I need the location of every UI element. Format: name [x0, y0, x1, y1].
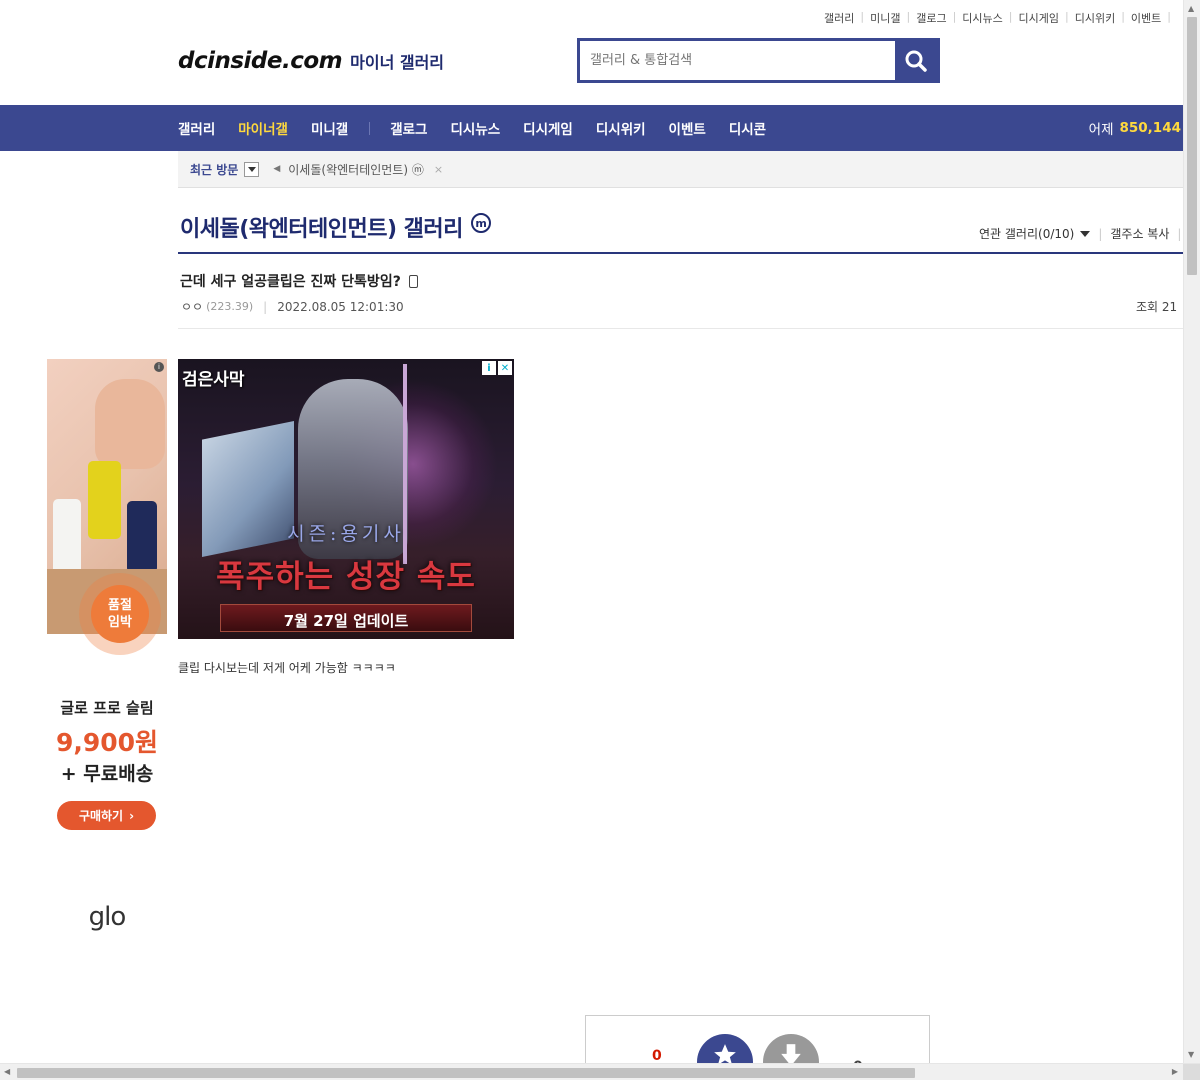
sold-out-badge: 품절 임박 — [91, 585, 149, 643]
vertical-scroll-thumb[interactable] — [1187, 17, 1197, 275]
top-link-gallog[interactable]: 갤로그 — [916, 10, 946, 26]
scroll-left-icon[interactable]: ◀ — [4, 1067, 10, 1076]
logo-main-text[interactable]: dcinside.com — [178, 48, 343, 74]
ad-headline: 폭주하는 성장 속도 — [216, 559, 476, 595]
ad-close-icon[interactable]: ✕ — [498, 361, 512, 375]
post-date: 2022.08.05 12:01:30 — [277, 299, 404, 314]
scroll-right-icon[interactable]: ▶ — [1172, 1067, 1178, 1076]
nav-mini-gallery[interactable]: 미니갤 — [311, 118, 348, 138]
vertical-scrollbar[interactable]: ▲ ▼ — [1183, 0, 1200, 1063]
copy-address-button[interactable]: 갤주소 복사 — [1110, 225, 1169, 242]
post-body: 클립 다시보는데 저게 어케 가능함 ㅋㅋㅋㅋ — [178, 661, 396, 675]
scroll-up-icon[interactable]: ▲ — [1188, 4, 1194, 13]
horizontal-scrollbar[interactable]: ◀ ▶ — [0, 1063, 1200, 1080]
top-link-event[interactable]: 이벤트 — [1131, 10, 1161, 26]
chevron-right-icon: › — [129, 808, 135, 823]
recent-visit-bar: 최근 방문 ◀ 이세돌(왁엔터테인먼트) ⓜ × — [178, 151, 1185, 188]
top-utility-links: 갤러리 | 미니갤 | 갤로그 | 디시뉴스 | 디시게임 | 디시위키 | 이벤트 | — [824, 10, 1171, 26]
nav-news[interactable]: 디시뉴스 — [450, 118, 500, 138]
horizontal-scroll-thumb[interactable] — [17, 1068, 915, 1078]
nav-minor-gallery[interactable]: 마이너갤 — [238, 118, 288, 138]
nav-dccon[interactable]: 디시콘 — [729, 118, 766, 138]
side-banner-ad[interactable]: i 품절 임박 글로 프로 슬림 9,900원 + 무료배송 구매하기 › gl… — [47, 359, 167, 959]
caret-down-icon — [247, 166, 256, 172]
main-banner-ad[interactable]: 검은사막 i ✕ 시즌:용기사 폭주하는 성장 속도 7월 27일 업데이트 — [178, 359, 514, 639]
yesterday-label: 어제 — [1088, 122, 1114, 138]
yesterday-visitors: 어제 850,144 — [1089, 105, 1181, 151]
scrollbar-corner — [1183, 1064, 1200, 1080]
recent-visit-label[interactable]: 최근 방문 — [190, 161, 238, 178]
side-ad-buy-button[interactable]: 구매하기 › — [57, 801, 156, 830]
search-input[interactable] — [580, 41, 895, 80]
search-button[interactable] — [895, 41, 937, 80]
top-link-wiki[interactable]: 디시위키 — [1075, 10, 1115, 26]
buy-label: 구매하기 — [78, 809, 124, 823]
side-ad-shipping: + 무료배송 — [60, 763, 154, 785]
search-box — [577, 38, 940, 83]
badge-line2: 임박 — [108, 615, 132, 630]
post-meta: ㅇㅇ (223.39) | 2022.08.05 12:01:30 — [181, 298, 404, 315]
adchoices[interactable]: i ✕ — [482, 361, 512, 375]
side-ad-price: 9,900원 — [55, 728, 159, 757]
mobile-icon — [408, 274, 418, 288]
gallery-tools: 연관 갤러리(0/10) | 갤주소 복사 | — [979, 225, 1182, 242]
recent-visit-dropdown[interactable] — [244, 161, 260, 177]
upvote-count: 0 — [652, 1048, 662, 1064]
site-logo[interactable]: dcinside.com 마이너 갤러리 — [178, 48, 444, 74]
gallery-title-text[interactable]: 이세돌(왁엔터테인먼트) 갤러리 — [180, 211, 463, 243]
glo-logo: glo — [88, 902, 127, 932]
title-divider — [178, 252, 1185, 254]
logo-sub-text[interactable]: 마이너 갤러리 — [350, 49, 444, 73]
related-gallery-button[interactable]: 연관 갤러리(0/10) — [979, 225, 1074, 242]
post-author[interactable]: ㅇㅇ — [181, 298, 203, 315]
nav-divider — [369, 121, 371, 135]
global-nav-bar: 갤러리 마이너갤 미니갤 갤로그 디시뉴스 디시게임 디시위키 이벤트 디시콘 … — [0, 105, 1185, 151]
ad-info-icon[interactable]: i — [154, 362, 164, 372]
adchoices-info-icon[interactable]: i — [482, 361, 496, 375]
recent-gallery-link[interactable]: 이세돌(왁엔터테인먼트) ⓜ — [288, 161, 424, 178]
yesterday-count: 850,144 — [1119, 120, 1182, 136]
nav-event[interactable]: 이벤트 — [669, 118, 706, 138]
top-link-news[interactable]: 디시뉴스 — [962, 10, 1002, 26]
ad-brand-logo: 검은사막 — [182, 370, 245, 390]
top-link-gallery[interactable]: 갤러리 — [824, 10, 854, 26]
post-views: 조회 21 — [1136, 300, 1178, 314]
scroll-down-icon[interactable]: ▼ — [1188, 1050, 1194, 1059]
search-icon — [905, 50, 927, 72]
meta-divider — [178, 328, 1185, 329]
top-link-game[interactable]: 디시게임 — [1019, 10, 1059, 26]
nav-wiki[interactable]: 디시위키 — [596, 118, 646, 138]
post-title-text: 근데 세구 얼공클립은 진짜 단톡방임? — [180, 274, 401, 290]
ad-update-text: 7월 27일 업데이트 — [283, 612, 409, 630]
caret-down-icon[interactable] — [1080, 230, 1091, 237]
post-title: 근데 세구 얼공클립은 진짜 단톡방임? — [180, 271, 418, 291]
badge-line1: 품절 — [108, 598, 132, 613]
post-author-ip: (223.39) — [206, 300, 254, 313]
nav-gallery[interactable]: 갤러리 — [178, 118, 215, 138]
arrow-left-icon[interactable]: ◀ — [273, 164, 280, 174]
gallery-title[interactable]: 이세돌(왁엔터테인먼트) 갤러리 m — [180, 211, 491, 243]
nav-game[interactable]: 디시게임 — [523, 118, 573, 138]
ad-season-text: 시즌:용기사 — [287, 523, 405, 545]
minor-gallery-badge-icon: m — [470, 213, 491, 233]
side-ad-product: 글로 프로 슬림 — [60, 699, 154, 717]
top-link-minigall[interactable]: 미니갤 — [870, 10, 900, 26]
nav-gallog[interactable]: 갤로그 — [390, 118, 427, 138]
recent-remove-button[interactable]: × — [434, 163, 443, 176]
